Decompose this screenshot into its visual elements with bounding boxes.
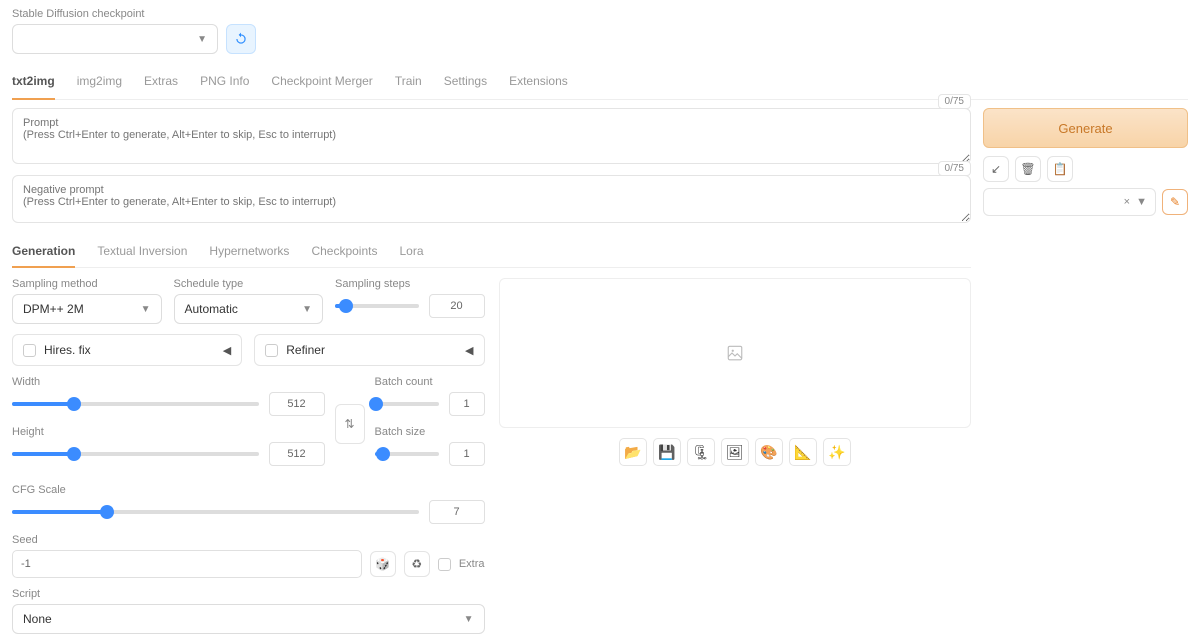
neg-prompt-counter: 0/75 — [938, 161, 971, 176]
width-slider[interactable] — [12, 402, 259, 406]
refiner-toggle[interactable]: Refiner ◀ — [254, 334, 484, 366]
interrogate-clip-button[interactable]: ↙ — [983, 156, 1009, 182]
tab-train[interactable]: Train — [395, 68, 422, 99]
chevron-down-icon: ▼ — [197, 34, 207, 45]
refresh-checkpoint-button[interactable] — [226, 24, 256, 54]
subtab-textual-inversion[interactable]: Textual Inversion — [97, 238, 187, 267]
extra-checkbox[interactable] — [438, 558, 451, 571]
clear-styles-icon[interactable]: × — [1124, 196, 1130, 208]
prompt-counter: 0/75 — [938, 94, 971, 109]
chevron-down-icon: ▼ — [302, 304, 312, 315]
hires-fix-label: Hires. fix — [44, 343, 91, 357]
checkpoint-select[interactable]: ▼ — [12, 24, 218, 54]
sampling-method-label: Sampling method — [12, 278, 162, 290]
chevron-down-icon: ▼ — [464, 614, 474, 625]
height-value[interactable] — [269, 442, 325, 466]
batch-count-slider[interactable] — [375, 402, 439, 406]
output-preview — [499, 278, 972, 428]
sampling-steps-value[interactable] — [429, 294, 485, 318]
tab-png-info[interactable]: PNG Info — [200, 68, 249, 99]
seed-label: Seed — [12, 534, 485, 546]
width-value[interactable] — [269, 392, 325, 416]
checkpoint-label: Stable Diffusion checkpoint — [12, 8, 218, 20]
styles-select[interactable]: × ▼ — [983, 188, 1156, 216]
batch-size-label: Batch size — [375, 426, 485, 438]
batch-count-value[interactable] — [449, 392, 485, 416]
subtab-checkpoints[interactable]: Checkpoints — [311, 238, 377, 267]
tab-settings[interactable]: Settings — [444, 68, 487, 99]
chevron-down-icon: ▼ — [141, 304, 151, 315]
script-label: Script — [12, 588, 485, 600]
prompt-input[interactable] — [12, 108, 971, 164]
tab-txt2img[interactable]: txt2img — [12, 68, 55, 100]
refresh-icon — [234, 32, 248, 46]
hires-fix-toggle[interactable]: Hires. fix ◀ — [12, 334, 242, 366]
cfg-slider[interactable] — [12, 510, 419, 514]
send-img2img-button[interactable]: 🖼 — [721, 438, 749, 466]
subtab-generation[interactable]: Generation — [12, 238, 75, 268]
tab-img2img[interactable]: img2img — [77, 68, 122, 99]
main-tabs: txt2img img2img Extras PNG Info Checkpoint M… — [12, 68, 1188, 100]
hires-fix-checkbox[interactable] — [23, 344, 36, 357]
swap-dimensions-button[interactable]: ⇅ — [335, 404, 365, 444]
batch-size-value[interactable] — [449, 442, 485, 466]
subtab-lora[interactable]: Lora — [399, 238, 423, 267]
send-inpaint-button[interactable]: 🎨 — [755, 438, 783, 466]
randomize-seed-button[interactable]: 🎲 — [370, 551, 396, 577]
refiner-checkbox[interactable] — [265, 344, 278, 357]
edit-styles-button[interactable]: ✎ — [1162, 189, 1188, 215]
schedule-type-value: Automatic — [185, 302, 238, 316]
send-upscale-button[interactable]: ✨ — [823, 438, 851, 466]
sampling-method-select[interactable]: DPM++ 2M ▼ — [12, 294, 162, 324]
tab-checkpoint-merger[interactable]: Checkpoint Merger — [271, 68, 372, 99]
image-placeholder-icon — [726, 344, 744, 362]
schedule-type-label: Schedule type — [174, 278, 324, 290]
cfg-value[interactable] — [429, 500, 485, 524]
width-label: Width — [12, 376, 325, 388]
script-value: None — [23, 612, 52, 626]
batch-count-label: Batch count — [375, 376, 485, 388]
height-label: Height — [12, 426, 325, 438]
tab-extensions[interactable]: Extensions — [509, 68, 568, 99]
neg-prompt-input[interactable] — [12, 175, 971, 223]
save-button[interactable]: 💾 — [653, 438, 681, 466]
sampling-method-value: DPM++ 2M — [23, 302, 84, 316]
sampling-steps-label: Sampling steps — [335, 278, 485, 290]
subtab-hypernetworks[interactable]: Hypernetworks — [209, 238, 289, 267]
sampling-steps-slider[interactable] — [335, 304, 419, 308]
send-extras-button[interactable]: 📐 — [789, 438, 817, 466]
expand-icon: ◀ — [465, 344, 473, 357]
zip-button[interactable]: 🗜 — [687, 438, 715, 466]
apply-styles-button[interactable]: 📋 — [1047, 156, 1073, 182]
sub-tabs: Generation Textual Inversion Hypernetworks… — [12, 238, 971, 268]
refiner-label: Refiner — [286, 343, 325, 357]
extra-label: Extra — [459, 558, 485, 570]
reuse-seed-button[interactable]: ♻ — [404, 551, 430, 577]
chevron-down-icon: ▼ — [1136, 196, 1147, 208]
clear-prompt-button[interactable]: 🗑 — [1015, 156, 1041, 182]
tab-extras[interactable]: Extras — [144, 68, 178, 99]
cfg-label: CFG Scale — [12, 484, 485, 496]
height-slider[interactable] — [12, 452, 259, 456]
expand-icon: ◀ — [223, 344, 231, 357]
seed-input[interactable] — [12, 550, 362, 578]
open-folder-button[interactable]: 📂 — [619, 438, 647, 466]
generate-button[interactable]: Generate — [983, 108, 1188, 148]
schedule-type-select[interactable]: Automatic ▼ — [174, 294, 324, 324]
batch-size-slider[interactable] — [375, 452, 439, 456]
script-select[interactable]: None ▼ — [12, 604, 485, 634]
